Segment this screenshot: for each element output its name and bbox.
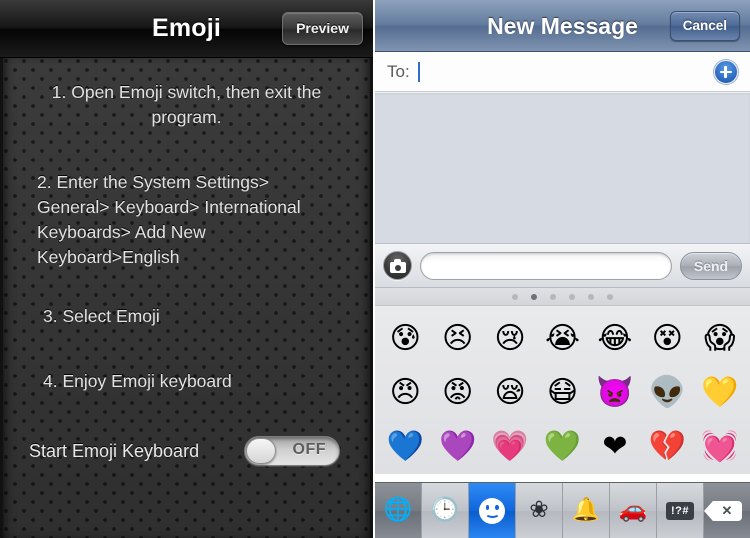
smiley-icon[interactable] [469, 483, 516, 538]
message-transcript-area [375, 92, 750, 244]
emoji-key[interactable]: 😂 [592, 324, 638, 354]
emoji-key[interactable]: 💓 [697, 432, 743, 462]
emoji-row: 😰 😣 😢 😭 😂 😵 😱 [379, 312, 746, 366]
screenshot-stage: Emoji Preview 1. Open Emoji switch, then… [0, 0, 750, 538]
emoji-instructions-body: 1. Open Emoji switch, then exit the prog… [0, 58, 373, 538]
keyboard-category-toolbar: 🌐 🕒 ❀ 🔔 🚗 !?# ✕ [375, 482, 750, 538]
emoji-key[interactable]: ❤ [592, 432, 638, 462]
symbols-icon[interactable]: !?# [657, 483, 704, 538]
emoji-key[interactable]: 👿 [592, 378, 638, 408]
page-dot[interactable] [607, 293, 613, 300]
emoji-key[interactable]: 😷 [539, 378, 585, 408]
bell-glyph: 🔔 [571, 497, 601, 523]
page-dot[interactable] [588, 293, 594, 300]
emoji-key[interactable]: 😪 [487, 378, 533, 408]
emoji-key[interactable]: 😱 [697, 324, 743, 354]
bell-icon[interactable]: 🔔 [563, 483, 610, 538]
text-caret [417, 61, 420, 82]
start-emoji-keyboard-row: Start Emoji Keyboard OFF [3, 436, 370, 466]
instruction-step-4: 4. Enjoy Emoji keyboard [43, 371, 232, 391]
message-input[interactable] [420, 251, 672, 280]
plus-circle-icon[interactable] [714, 60, 738, 84]
emoji-app-panel: Emoji Preview 1. Open Emoji switch, then… [0, 0, 373, 538]
emoji-key[interactable]: 😭 [539, 324, 585, 354]
page-dot[interactable] [531, 293, 537, 300]
delete-x-glyph: ✕ [721, 502, 733, 518]
delete-key-shape: ✕ [704, 500, 742, 521]
emoji-key[interactable]: 💜 [435, 432, 481, 462]
to-label: To: [387, 61, 410, 81]
page-dot[interactable] [512, 293, 518, 300]
emoji-page-dots[interactable] [375, 288, 750, 306]
preview-button[interactable]: Preview [282, 12, 363, 45]
emoji-key[interactable]: 💗 [487, 432, 533, 462]
cancel-button[interactable]: Cancel [669, 11, 740, 41]
emoji-key[interactable]: 💛 [697, 378, 743, 408]
instruction-step-2: 2. Enter the System Settings> General> K… [37, 172, 301, 267]
car-glyph: 🚗 [618, 497, 648, 523]
instruction-step-3: 3. Select Emoji [43, 306, 160, 326]
emoji-key[interactable]: 👽 [644, 378, 690, 408]
start-emoji-keyboard-toggle[interactable]: OFF [244, 436, 340, 466]
emoji-key[interactable]: 😡 [435, 378, 481, 408]
messages-app-panel: New Message Cancel To: Send 😰 😣 😢 😭 😂 😵 … [373, 0, 750, 538]
emoji-key[interactable]: 💙 [382, 432, 428, 462]
emoji-row: 😠 😡 😪 😷 👿 👽 💛 [379, 366, 746, 420]
camera-icon[interactable] [383, 251, 412, 280]
instruction-steps: 1. Open Emoji switch, then exit the prog… [3, 58, 370, 394]
emoji-key[interactable]: 😢 [487, 324, 533, 354]
emoji-titlebar: Emoji Preview [0, 0, 373, 58]
compose-bar: Send [375, 244, 750, 288]
camera-lens [395, 264, 401, 271]
page-dot[interactable] [550, 293, 556, 300]
page-dot[interactable] [569, 293, 575, 300]
globe-icon[interactable]: 🌐 [375, 483, 422, 538]
messages-titlebar: New Message Cancel [375, 0, 750, 52]
flower-glyph: ❀ [529, 497, 549, 523]
smiley-mouth [484, 509, 500, 518]
smiley-glyph [479, 497, 505, 524]
send-button[interactable]: Send [680, 251, 742, 280]
emoji-key[interactable]: 💚 [539, 432, 585, 462]
clock-icon[interactable]: 🕒 [422, 483, 469, 538]
globe-glyph: 🌐 [383, 497, 413, 523]
car-icon[interactable]: 🚗 [610, 483, 657, 538]
symbols-glyph: !?# [666, 501, 694, 520]
emoji-key[interactable]: 😰 [382, 324, 428, 354]
emoji-key[interactable]: 😠 [382, 378, 428, 408]
emoji-row: 💙 💜 💗 💚 ❤ 💔 💓 [379, 420, 746, 474]
delete-icon[interactable]: ✕ [704, 483, 750, 538]
toggle-knob [246, 438, 276, 464]
clock-glyph: 🕒 [430, 497, 460, 523]
to-field-row[interactable]: To: [375, 52, 750, 92]
flower-icon[interactable]: ❀ [516, 483, 563, 538]
emoji-key[interactable]: 😣 [435, 324, 481, 354]
emoji-key[interactable]: 😵 [644, 324, 690, 354]
toggle-label: Start Emoji Keyboard [29, 440, 200, 461]
emoji-grid: 😰 😣 😢 😭 😂 😵 😱 😠 😡 😪 😷 👿 👽 💛 💙 💜 💗 💚 ❤ 💔 … [375, 306, 750, 474]
emoji-key[interactable]: 💔 [644, 432, 690, 462]
toggle-state-text: OFF [292, 441, 326, 458]
instruction-step-1: 1. Open Emoji switch, then exit the prog… [51, 82, 322, 127]
